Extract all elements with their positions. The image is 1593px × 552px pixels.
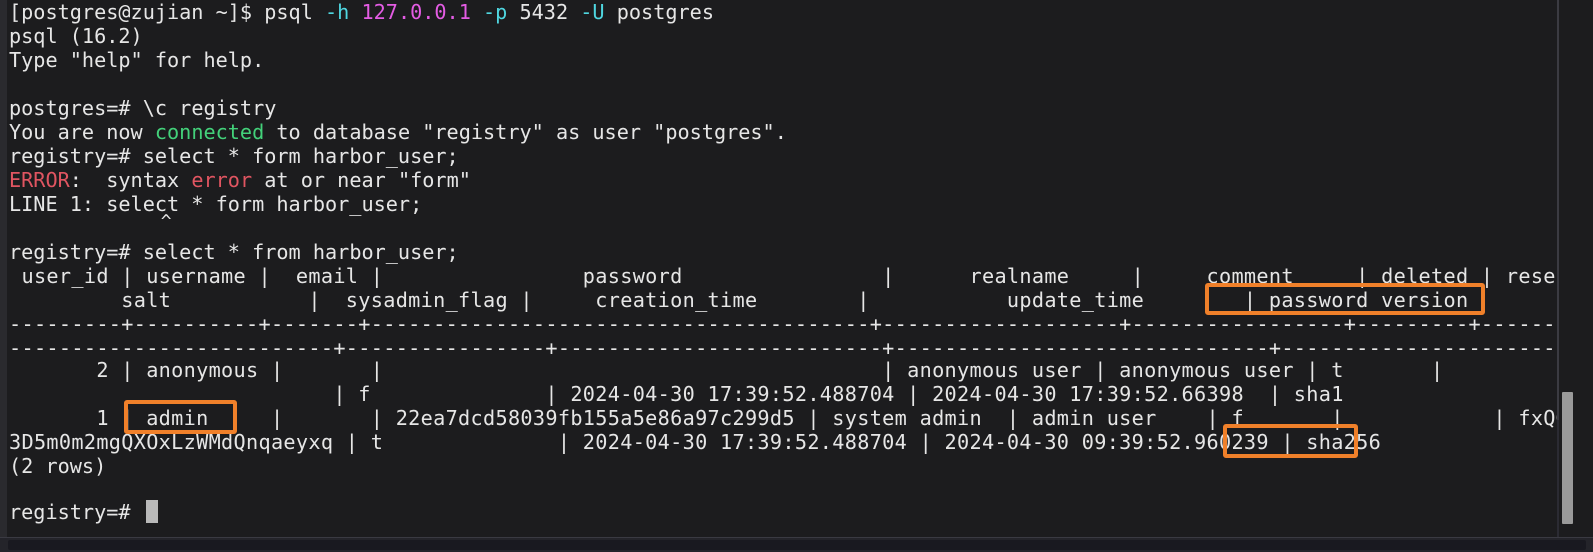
terminal-line-connect-command: postgres=# \c registry [9, 96, 276, 120]
terminal-line-error: ERROR: syntax error at or near "form" [9, 168, 471, 192]
table-row-admin-part2: 3D5m0m2mgQXOxLzWMdQnqaeyxq | t | 2024-04… [9, 430, 1382, 454]
port-value: 5432 [519, 0, 569, 24]
terminal-screen[interactable]: [postgres@zujian ~]$ psql -h 127.0.0.1 -… [7, 0, 1576, 537]
terminal-line-psql-version: psql (16.2) [9, 24, 143, 48]
connected-suffix: to database "registry" as user "postgres… [264, 120, 787, 144]
space-4 [568, 0, 580, 24]
scrollbar-track[interactable] [1559, 0, 1576, 537]
table-separator-row-2: --------------------------+-------------… [9, 336, 1569, 360]
error-tail: at or near "form" [252, 168, 471, 192]
error-middle: : syntax [69, 168, 192, 192]
table-header-row-2: salt | sysadmin_flag | creation_time | u… [9, 288, 1469, 312]
terminal-line-good-select: registry=# select * from harbor_user; [9, 240, 459, 264]
bad-select-text: select * form harbor_user; [142, 144, 459, 168]
scrollbar-thumb[interactable] [1562, 392, 1573, 524]
terminal-line-connected-message: You are now connected to database "regis… [9, 120, 787, 144]
error-keyword: error [191, 168, 253, 192]
table-header-row-1: user_id | username | email | password | … [9, 264, 1576, 288]
space-5 [605, 0, 617, 24]
good-select-text: select * from harbor_user; [142, 240, 459, 264]
space-3 [507, 0, 519, 24]
terminal-window[interactable]: [postgres@zujian ~]$ psql -h 127.0.0.1 -… [0, 0, 1593, 552]
terminal-line-error-caret: ^ [9, 211, 172, 232]
terminal-line-help-hint: Type "help" for help. [9, 48, 265, 72]
psql-command: psql [264, 0, 326, 24]
flag-port: -p [483, 0, 508, 24]
terminal-left-border [0, 0, 7, 537]
terminal-status-strip [8, 540, 1586, 550]
space-2 [471, 0, 483, 24]
terminal-cursor [146, 500, 158, 523]
registry-prompt-2: registry=# [9, 240, 143, 264]
table-row-anonymous-part1: 2 | anonymous | | | anonymous user | ano… [9, 358, 1576, 382]
terminal-line-final-prompt: registry=# [9, 500, 143, 524]
table-row-admin-part1: 1 | admin | | 22ea7dcd58039fb155a5e86a97… [9, 406, 1576, 430]
terminal-line-command-psql: [postgres@zujian ~]$ psql -h 127.0.0.1 -… [9, 0, 714, 24]
postgres-prompt: postgres=# [9, 96, 143, 120]
connected-prefix: You are now [9, 120, 155, 144]
table-row-anonymous-part2: | f | 2024-04-30 17:39:52.488704 | 2024-… [9, 382, 1344, 406]
host-value: 127.0.0.1 [361, 0, 471, 24]
flag-user: -U [580, 0, 605, 24]
table-separator-row-1: ---------+----------+-------+-----------… [9, 312, 1576, 336]
connected-keyword: connected [154, 120, 265, 144]
registry-prompt-1: registry=# [9, 144, 143, 168]
row-count-label: (2 rows) [9, 454, 107, 478]
error-label: ERROR [9, 168, 70, 192]
terminal-line-bad-select: registry=# select * form harbor_user; [9, 144, 459, 168]
connect-command-text: \c registry [142, 96, 277, 120]
shell-prompt: [postgres@zujian ~]$ [9, 0, 265, 24]
registry-prompt-3: registry=# [9, 500, 143, 524]
flag-host: -h [325, 0, 350, 24]
space-1 [349, 0, 361, 24]
user-value: postgres [616, 0, 714, 24]
